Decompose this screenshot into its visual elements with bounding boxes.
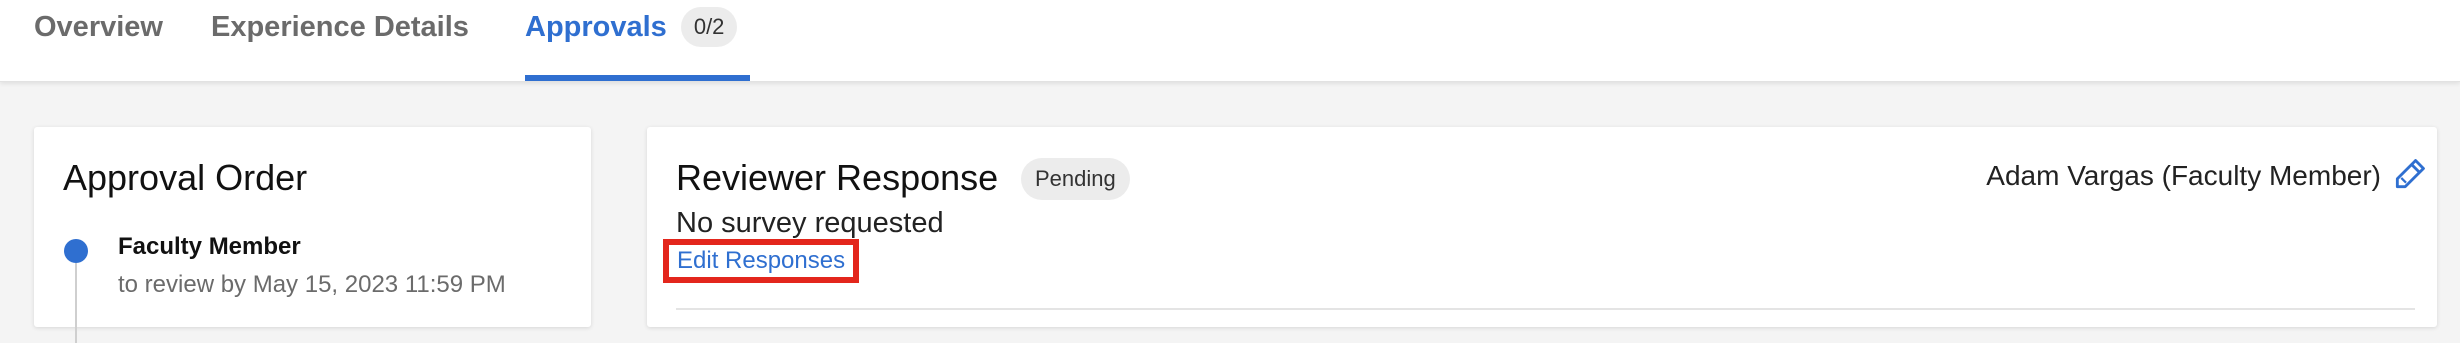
step-timeline-line — [75, 263, 77, 343]
edit-responses-highlight: Edit Responses — [663, 239, 860, 283]
tab-experience-details-label: Experience Details — [211, 10, 469, 43]
tab-bar: Overview Experience Details Approvals 0/… — [0, 0, 2460, 82]
step-due-date: to review by May 15, 2023 11:59 PM — [118, 271, 506, 298]
reviewer-response-card: Reviewer Response Pending Adam Vargas (F… — [647, 127, 2437, 327]
approvals-count-badge: 0/2 — [680, 7, 738, 47]
tab-approvals-label: Approvals — [525, 10, 667, 43]
reviewer-name: Adam Vargas (Faculty Member) — [1986, 160, 2381, 191]
pencil-icon[interactable] — [2391, 155, 2429, 193]
approval-order-card: Approval Order Faculty Member to review … — [34, 127, 591, 343]
edit-responses-link[interactable]: Edit Responses — [677, 247, 845, 274]
tab-overview[interactable]: Overview — [34, 0, 163, 68]
survey-status-text: No survey requested — [676, 207, 944, 239]
tab-overview-label: Overview — [34, 10, 163, 43]
status-badge: Pending — [1021, 158, 1130, 200]
reviewer-response-title: Reviewer Response — [676, 157, 999, 198]
active-tab-indicator — [525, 75, 750, 81]
tab-approvals[interactable]: Approvals 0/2 — [525, 0, 738, 68]
step-role: Faculty Member — [118, 233, 301, 260]
approval-order-title: Approval Order — [63, 157, 308, 198]
step-status-dot — [64, 239, 88, 263]
tab-experience-details[interactable]: Experience Details — [211, 0, 469, 68]
